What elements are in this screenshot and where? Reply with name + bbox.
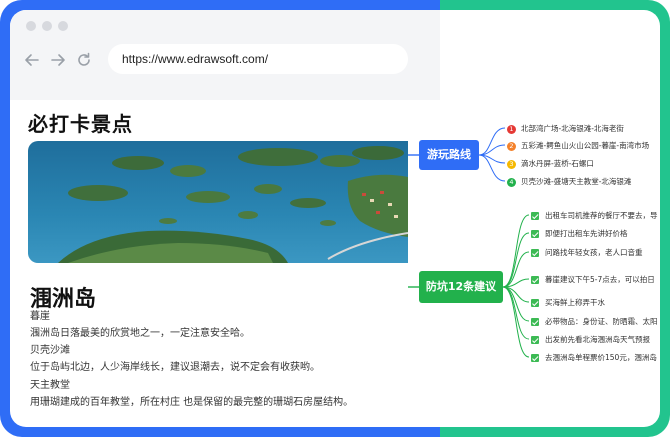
route-item[interactable]: 4 贝壳沙滩-盛塘天主教堂-北海银滩 (507, 176, 631, 187)
tip-text: 出发前先看北海涠洲岛天气预报 (545, 335, 650, 344)
checkbox-icon (531, 230, 539, 238)
checkbox-icon (531, 299, 539, 307)
checkbox-icon (531, 276, 539, 284)
route-text: 五彩滩-鳄鱼山火山公园-暮崖-南湾市场 (521, 141, 650, 150)
route-topic-node[interactable]: 游玩路线 (419, 140, 479, 170)
tip-text: 问路找年轻女孩，老人口音重 (545, 248, 643, 257)
tip-text: 去涠洲岛单程票价150元，涠洲岛 (545, 353, 657, 362)
composite-stage: https://www.edrawsoft.com/ 必打卡景点 涠洲岛 暮崖 … (0, 0, 670, 437)
tip-item[interactable]: 去涠洲岛单程票价150元，涠洲岛 (531, 352, 657, 363)
tip-text: 必带物品：身份证、防晒霜、太阳 (545, 317, 658, 326)
tips-topic-node[interactable]: 防坑12条建议 (419, 271, 503, 303)
tip-text: 出租车司机推荐的餐厅不要去，导 (545, 211, 658, 220)
checkbox-icon (531, 318, 539, 326)
route-text: 北部湾广场-北海银滩-北海老街 (521, 124, 624, 133)
route-text: 贝壳沙滩-盛塘天主教堂-北海银滩 (521, 177, 632, 186)
tip-item[interactable]: 问路找年轻女孩，老人口音重 (531, 247, 643, 258)
tip-text: 暮崖建议下午5-7点去，可以拍日 (545, 275, 655, 284)
checkbox-icon (531, 354, 539, 362)
route-text: 滴水丹屏-蓝桥-石螺口 (521, 159, 594, 168)
tip-text: 即便打出租车先讲好价格 (545, 229, 628, 238)
number-badge-icon: 3 (507, 159, 516, 169)
route-item[interactable]: 2 五彩滩-鳄鱼山火山公园-暮崖-南湾市场 (507, 140, 649, 151)
tip-item[interactable]: 暮崖建议下午5-7点去，可以拍日 (531, 274, 655, 285)
tip-item[interactable]: 买海鲜上称弄干水 (531, 297, 605, 308)
tip-item[interactable]: 即便打出租车先讲好价格 (531, 228, 628, 239)
number-badge-icon: 2 (507, 141, 516, 151)
number-badge-icon: 1 (507, 124, 516, 134)
checkbox-icon (531, 249, 539, 257)
checkbox-icon (531, 336, 539, 344)
number-badge-icon: 4 (507, 177, 516, 187)
tip-text: 买海鲜上称弄干水 (545, 298, 605, 307)
route-item[interactable]: 1 北部湾广场-北海银滩-北海老街 (507, 123, 624, 134)
checkbox-icon (531, 212, 539, 220)
tip-item[interactable]: 出租车司机推荐的餐厅不要去，导 (531, 210, 658, 221)
tip-item[interactable]: 出发前先看北海涠洲岛天气预报 (531, 334, 650, 345)
route-item[interactable]: 3 滴水丹屏-蓝桥-石螺口 (507, 158, 594, 169)
tip-item[interactable]: 必带物品：身份证、防晒霜、太阳 (531, 316, 658, 327)
